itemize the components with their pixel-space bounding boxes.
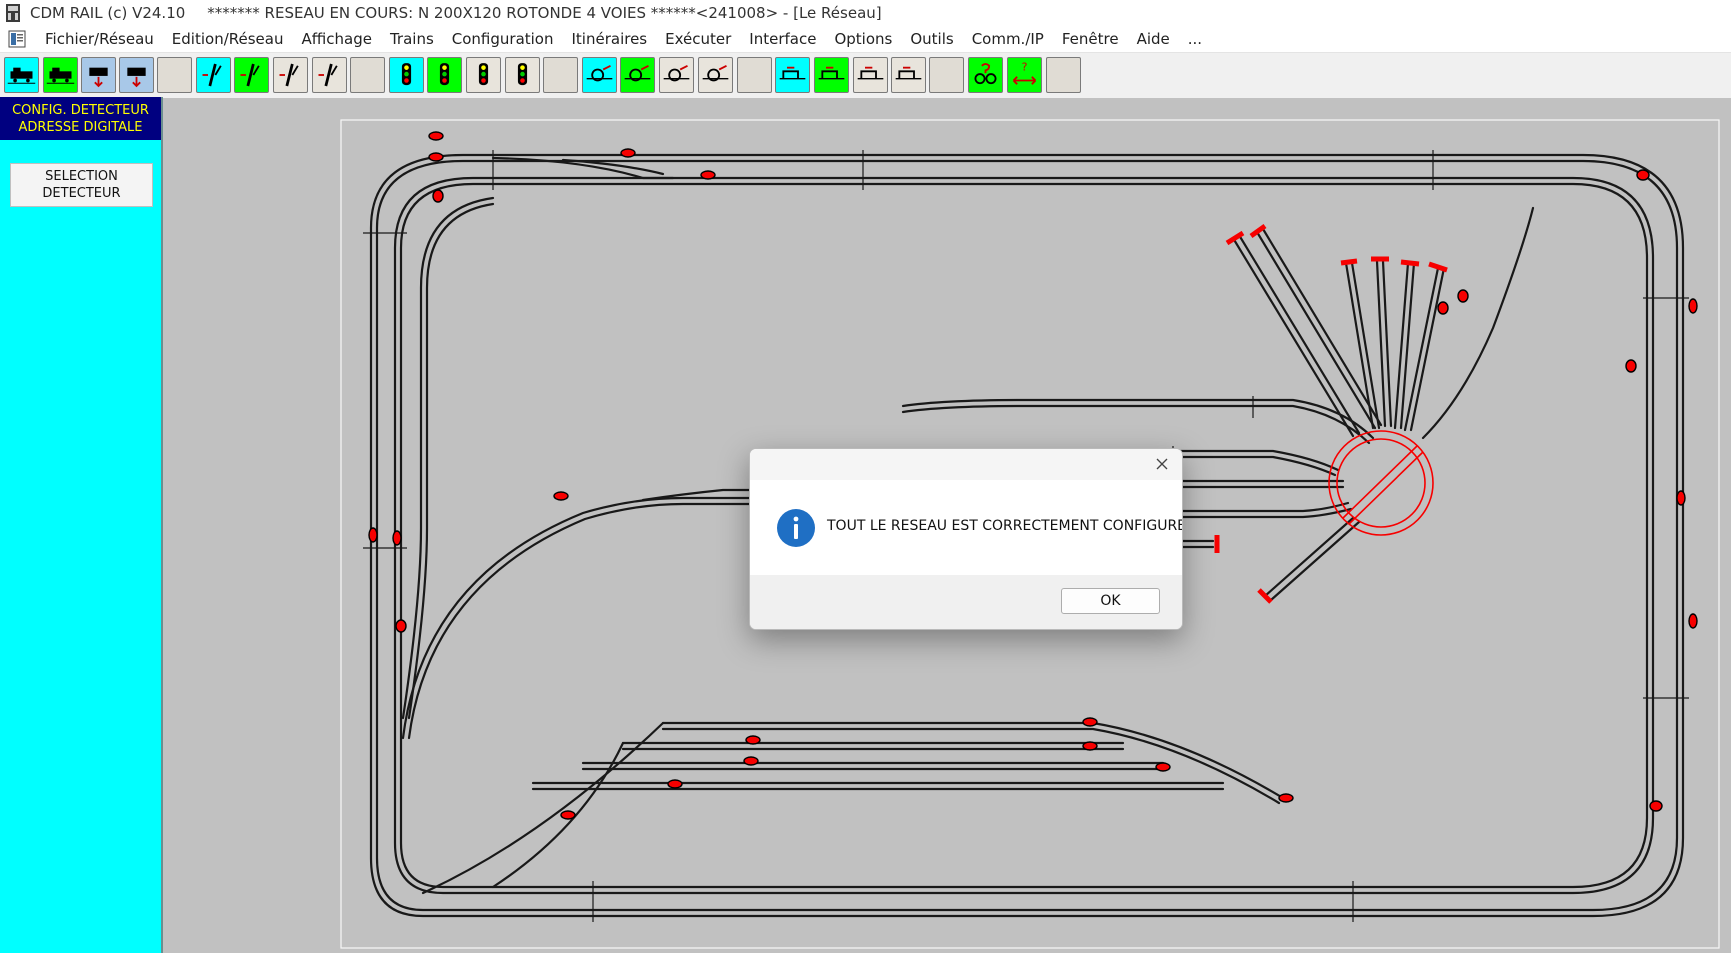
detector-left-tool-icon (663, 65, 690, 82)
wagon-down-tool-icon (127, 67, 146, 88)
block-tool-icon (779, 66, 806, 80)
side-panel: CONFIG. DETECTEUR ADRESSE DIGITALE SELEC… (0, 97, 163, 953)
dialog-body: TOUT LE RESEAU EST CORRECTEMENT CONFIGUR… (750, 480, 1182, 575)
dialog-title-bar (750, 449, 1182, 480)
detector-left-tool-button[interactable] (659, 57, 694, 93)
turnout-right-tool-button[interactable] (312, 57, 347, 93)
detector-tool-button[interactable] (582, 57, 617, 93)
signal-right-tool-icon (517, 63, 528, 86)
signal-tool-button[interactable] (389, 57, 424, 93)
detector-right-tool-icon (702, 65, 729, 82)
block-set-tool-icon (818, 66, 845, 80)
locomotive-tool-icon (7, 67, 36, 84)
toolbar-empty-slot (929, 57, 964, 93)
title-bar: CDM RAIL (c) V24.10 ******* RESEAU EN CO… (0, 0, 1731, 26)
signal-set-tool-icon (439, 63, 450, 86)
turnout-left-tool-icon (279, 63, 299, 87)
signal-set-tool-button[interactable] (427, 57, 462, 93)
selection-detecteur-button[interactable]: SELECTION DETECTEUR (10, 163, 153, 207)
block-tool-button[interactable] (775, 57, 810, 93)
toolbar-empty-slot (1046, 57, 1081, 93)
toolbar-empty-slot (350, 57, 385, 93)
signal-left-tool-button[interactable] (466, 57, 501, 93)
help-address-tool-icon: ? (1012, 60, 1037, 85)
menu-trains[interactable]: Trains (381, 30, 443, 48)
turnout-tool-button[interactable] (196, 57, 231, 93)
detector-set-tool-button[interactable] (620, 57, 655, 93)
train-tool-button[interactable] (43, 57, 78, 93)
toolbar-empty-slot (157, 57, 192, 93)
detector-right-tool-button[interactable] (698, 57, 733, 93)
help-address-tool-button[interactable]: ? (1007, 57, 1042, 93)
menu-comm-ip[interactable]: Comm./IP (963, 30, 1053, 48)
menu-configuration[interactable]: Configuration (443, 30, 563, 48)
dialog-message: TOUT LE RESEAU EST CORRECTEMENT CONFIGUR… (827, 518, 1183, 534)
toolbar: ? (0, 53, 1731, 99)
menu-aide[interactable]: Aide (1128, 30, 1179, 48)
wagon-up-tool-icon (89, 67, 108, 88)
menu-itineraires[interactable]: Itinéraires (563, 30, 657, 48)
turnout-set-tool-icon (240, 63, 260, 87)
panel-header-line-1: CONFIG. DETECTEUR (12, 102, 149, 118)
window-title: ******* RESEAU EN COURS: N 200X120 ROTON… (207, 4, 882, 22)
app-name: CDM RAIL (c) V24.10 (30, 4, 186, 22)
menu-executer[interactable]: Exécuter (656, 30, 740, 48)
document-icon[interactable] (8, 30, 26, 48)
wagon-up-tool-button[interactable] (81, 57, 116, 93)
message-dialog: TOUT LE RESEAU EST CORRECTEMENT CONFIGUR… (749, 448, 1183, 630)
close-icon[interactable] (1152, 454, 1172, 474)
block-set-tool-button[interactable] (814, 57, 849, 93)
block-right-tool-button[interactable] (891, 57, 926, 93)
menu-interface[interactable]: Interface (740, 30, 825, 48)
turnout-tool-icon (202, 63, 222, 87)
selection-button-line-1: SELECTION (45, 169, 118, 184)
info-icon (777, 509, 815, 547)
menu-bar: Fichier/Réseau Edition/Réseau Affichage … (0, 26, 1731, 53)
toolbar-empty-slot (737, 57, 772, 93)
svg-text:?: ? (1022, 60, 1028, 73)
turnout-right-tool-icon (318, 63, 338, 87)
menu-fenetre[interactable]: Fenêtre (1053, 30, 1128, 48)
menu-affichage[interactable]: Affichage (292, 30, 380, 48)
locomotive-tool-button[interactable] (4, 57, 39, 93)
signal-right-tool-button[interactable] (505, 57, 540, 93)
menu-options[interactable]: Options (825, 30, 901, 48)
panel-header-line-2: ADRESSE DIGITALE (18, 119, 143, 135)
menu-more[interactable]: ... (1179, 30, 1211, 48)
toolbar-empty-slot (543, 57, 578, 93)
menu-fichier[interactable]: Fichier/Réseau (36, 30, 163, 48)
panel-header: CONFIG. DETECTEUR ADRESSE DIGITALE (0, 97, 161, 140)
turnout-set-tool-button[interactable] (234, 57, 269, 93)
block-right-tool-icon (895, 66, 922, 80)
detector-set-tool-icon (624, 65, 651, 82)
dialog-footer: OK (750, 575, 1182, 629)
block-left-tool-icon (857, 66, 884, 80)
train-tool-icon (46, 67, 75, 84)
menu-outils[interactable]: Outils (901, 30, 962, 48)
signal-tool-icon (401, 63, 412, 86)
config-detector-tool-button[interactable] (968, 57, 1003, 93)
app-icon (6, 4, 20, 22)
block-left-tool-button[interactable] (853, 57, 888, 93)
signal-left-tool-icon (478, 63, 489, 86)
wagon-down-tool-button[interactable] (119, 57, 154, 93)
turnout-left-tool-button[interactable] (273, 57, 308, 93)
config-detector-tool-icon (974, 63, 997, 85)
menu-edition[interactable]: Edition/Réseau (163, 30, 293, 48)
detector-tool-icon (586, 65, 613, 82)
selection-button-line-2: DETECTEUR (42, 186, 121, 201)
ok-button[interactable]: OK (1061, 588, 1160, 614)
